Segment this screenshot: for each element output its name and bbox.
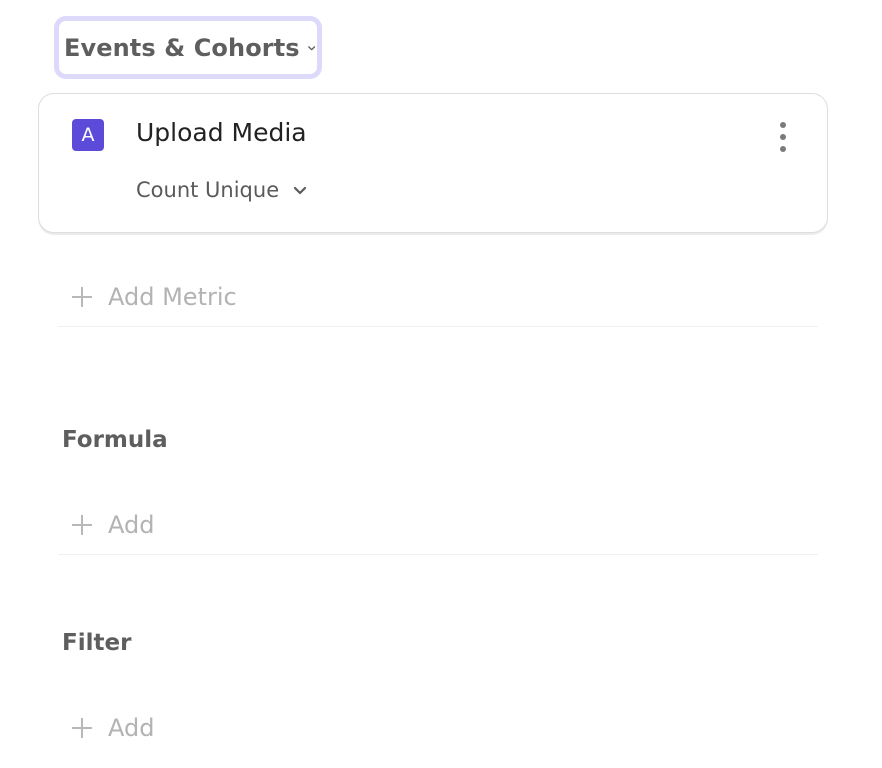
more-dot	[780, 134, 786, 140]
more-vertical-icon[interactable]	[773, 122, 793, 152]
add-filter-label: Add	[108, 714, 155, 742]
metric-card[interactable]: A Upload Media Count Unique	[38, 93, 828, 233]
aggregation-label: Count Unique	[136, 178, 280, 202]
formula-heading: Formula	[62, 427, 168, 453]
more-dot	[780, 146, 786, 152]
add-filter-button[interactable]: Add	[58, 698, 818, 758]
add-formula-button[interactable]: Add	[58, 495, 818, 555]
add-metric-label: Add Metric	[108, 282, 237, 311]
metric-event-name[interactable]: Upload Media	[136, 118, 307, 147]
metric-letter-badge: A	[72, 119, 104, 151]
events-cohorts-label: Events & Cohorts	[64, 33, 300, 62]
aggregation-dropdown[interactable]: Count Unique	[136, 178, 309, 202]
add-metric-button[interactable]: Add Metric	[58, 267, 818, 327]
chevron-down-icon	[294, 186, 307, 195]
plus-icon	[70, 716, 94, 740]
filter-heading: Filter	[62, 630, 132, 656]
chevron-down-icon	[307, 45, 315, 50]
add-formula-label: Add	[108, 510, 155, 539]
more-dot	[780, 122, 786, 128]
query-builder-panel: Events & Cohorts A Upload Media Count Un…	[0, 0, 882, 768]
plus-icon	[70, 513, 94, 537]
plus-icon	[70, 285, 94, 309]
events-cohorts-dropdown[interactable]: Events & Cohorts	[54, 16, 322, 79]
